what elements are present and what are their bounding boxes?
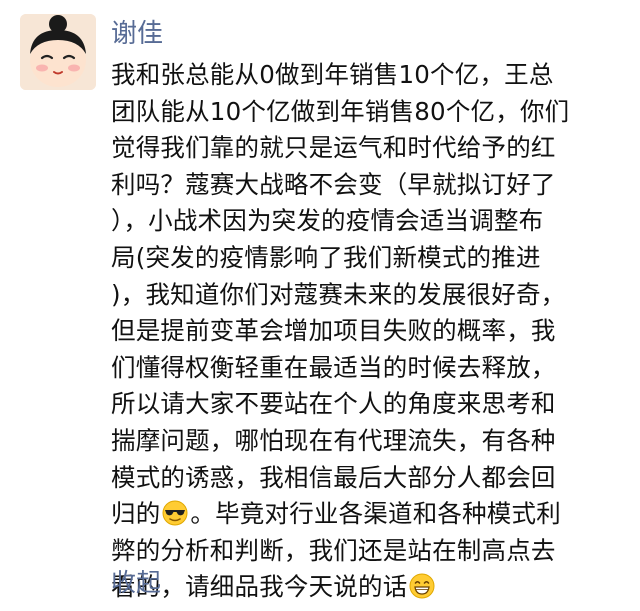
grin-emoji-icon [409,573,435,599]
content-text: 。毕竟对行业各渠道和各种模式利 [190,499,561,529]
sunglasses-emoji-icon [162,500,188,526]
content-line: 觉得我们靠的就只是运气和时代给予的红 [111,133,556,163]
content-line: 所以请大家不要站在个人的角度来思考和 [111,389,556,419]
content-line-with-emoji: 看的，请细品我今天说的话 [111,569,621,606]
cartoon-avatar-icon [20,14,96,90]
author-name[interactable]: 谢佳 [111,16,163,52]
content-line-with-emoji: 归的 。毕竟对行业各渠道和各种模式利 [111,496,621,533]
collapse-link[interactable]: 收起 [111,566,161,600]
content-line: 弊的分析和判断，我们还是站在制高点去 [111,535,556,565]
content-line: 但是提前变革会增加项目失败的概率，我 [111,316,556,346]
content-line: 局(突发的疫情影响了我们新模式的推进 [111,242,541,272]
content-line: 们懂得权衡轻重在最适当的时候去释放， [111,352,556,382]
content-line: 团队能从10个亿做到年销售80个亿，你们 [111,96,570,126]
content-line: ），小战术因为突发的疫情会适当调整布 [111,206,544,236]
content-line: 利吗？蔻赛大战略不会变（早就拟订好了 [111,169,556,199]
moments-post: 谢佳 我和张总能从0做到年销售10个亿，王总 团队能从10个亿做到年销售80个亿… [0,0,640,611]
content-line: 模式的诱惑，我相信最后大部分人都会回 [111,462,556,492]
avatar[interactable] [20,14,96,90]
content-line: )，我知道你们对蔻赛未来的发展很好奇， [111,279,566,309]
content-line: 揣摩问题，哪怕现在有代理流失，有各种 [111,425,556,455]
content-line: 我和张总能从0做到年销售10个亿，王总 [111,60,554,89]
post-content: 我和张总能从0做到年销售10个亿，王总 团队能从10个亿做到年销售80个亿，你们… [111,57,621,606]
content-text: 归的 [111,499,161,529]
